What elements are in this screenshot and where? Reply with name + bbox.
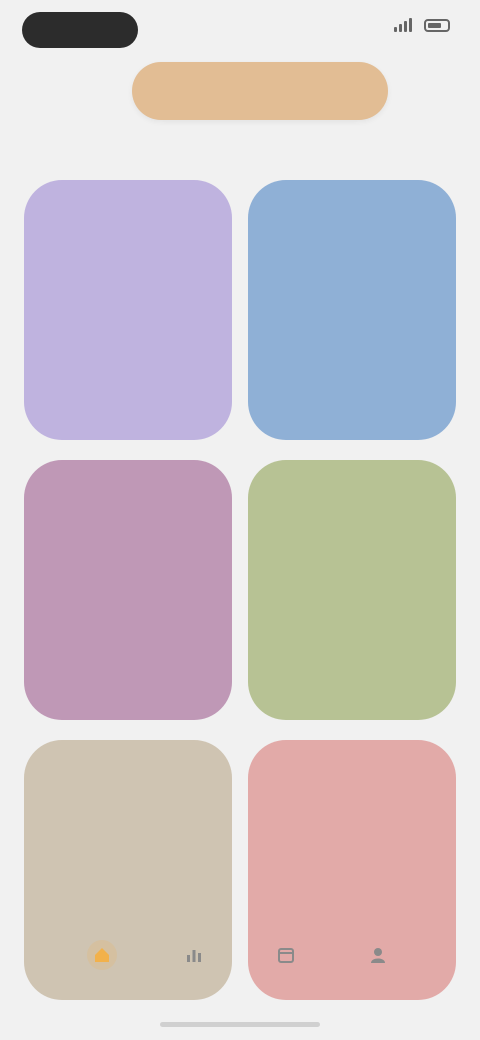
nav-item-calendar[interactable] xyxy=(258,940,314,974)
app-screen xyxy=(0,0,480,1040)
status-bar xyxy=(0,0,480,60)
battery-icon xyxy=(424,18,450,32)
header-title-pill[interactable] xyxy=(132,62,388,120)
category-card[interactable] xyxy=(248,460,456,720)
bottom-navigation xyxy=(0,940,480,1010)
nav-item-profile[interactable] xyxy=(350,940,406,974)
signal-icon xyxy=(394,18,412,32)
status-time xyxy=(22,12,138,48)
status-icons xyxy=(394,18,450,32)
category-card[interactable] xyxy=(24,180,232,440)
category-card[interactable] xyxy=(248,180,456,440)
category-card[interactable] xyxy=(24,460,232,720)
profile-icon xyxy=(363,940,393,970)
calendar-icon xyxy=(271,940,301,970)
home-icon xyxy=(87,940,117,970)
nav-item-home[interactable] xyxy=(74,940,130,974)
chart-icon xyxy=(179,940,209,970)
nav-item-stats[interactable] xyxy=(166,940,222,974)
home-indicator xyxy=(160,1022,320,1027)
category-grid xyxy=(24,180,456,1000)
